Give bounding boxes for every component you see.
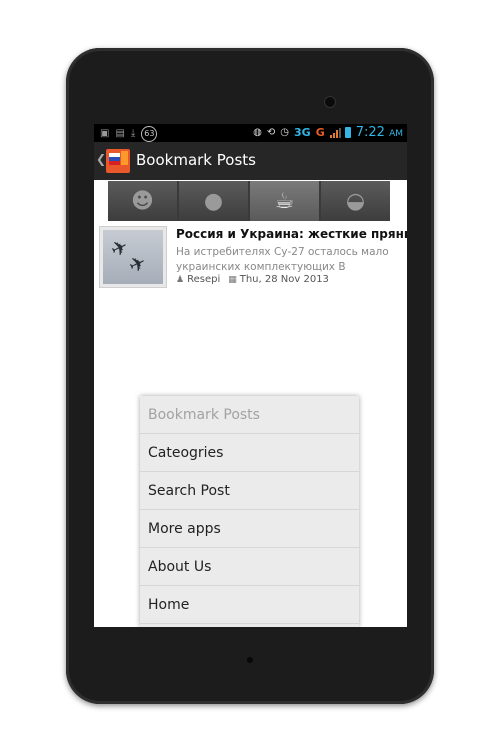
post-meta: ♟ Resepi ▦ Thu, 28 Nov 2013 [176, 274, 329, 285]
notification-icons: ▣ ▤ ⤓ 63 [100, 126, 158, 142]
post-date: ▦ Thu, 28 Nov 2013 [228, 274, 329, 285]
category-tile-man[interactable]: ☻ [108, 181, 177, 221]
screen: ▣ ▤ ⤓ 63 ◍ ⟲ ◷ 3G G 7:22 AM ❮ Bookmark P… [94, 124, 407, 627]
category-tile-basket[interactable]: ◒ [321, 181, 390, 221]
jet-icon: ✈ [124, 249, 151, 279]
action-bar-title: Bookmark Posts [136, 151, 256, 169]
jet-image: ✈ ✈ [103, 230, 163, 284]
category-tile-apple[interactable]: ● [179, 181, 248, 221]
alarm-icon: ◷ [280, 126, 290, 138]
up-navigation-icon[interactable]: ❮ [96, 152, 106, 166]
globe-icon: ◍ [253, 126, 262, 138]
carrier-signal-label: G [315, 126, 325, 139]
system-icons: ◍ ⟲ ◷ 3G G 7:22 AM [253, 125, 403, 140]
list-item[interactable]: ✈ ✈ Россия и Украина: жесткие пряники На… [99, 226, 407, 288]
post-author: ♟ Resepi [176, 274, 220, 285]
author-name: Resepi [187, 274, 221, 285]
action-bar: ❮ Bookmark Posts [94, 142, 407, 180]
date-text: Thu, 28 Nov 2013 [239, 274, 329, 285]
clock: 7:22 AM [356, 125, 403, 140]
notification-count-badge: 63 [141, 126, 158, 142]
image-icon: ▣ [100, 128, 110, 139]
front-camera [325, 97, 335, 107]
menu-item-categories[interactable]: Cateogries [140, 434, 359, 472]
cup-icon: ☕ [274, 188, 295, 214]
post-thumbnail: ✈ ✈ [99, 226, 167, 288]
post-title: Россия и Украина: жесткие пряники [176, 227, 407, 241]
overflow-menu: Bookmark Posts Cateogries Search Post Mo… [140, 396, 359, 627]
clock-ampm: AM [389, 129, 403, 139]
menu-item-search-post[interactable]: Search Post [140, 472, 359, 510]
signal-icon [329, 127, 341, 138]
rotate-icon: ⟲ [266, 126, 276, 138]
download-icon: ⤓ [130, 128, 136, 139]
clock-time: 7:22 [355, 125, 385, 140]
post-excerpt: На истребителях Су-27 осталось мало укра… [176, 246, 389, 273]
menu-item-bookmark-posts: Bookmark Posts [140, 396, 359, 434]
app-logo-icon[interactable] [106, 149, 130, 173]
person-icon: ☻ [131, 188, 154, 214]
basket-icon: ◒ [345, 188, 366, 214]
file-icon: ▤ [115, 128, 125, 139]
status-bar: ▣ ▤ ⤓ 63 ◍ ⟲ ◷ 3G G 7:22 AM [94, 124, 407, 142]
device-sensor [247, 657, 253, 663]
menu-item-home[interactable]: Home [140, 586, 359, 624]
menu-item-more-apps[interactable]: More apps [140, 510, 359, 548]
apple-icon: ● [203, 188, 224, 214]
category-tile-cup[interactable]: ☕ [250, 181, 319, 221]
category-strip: ☻ ● ☕ ◒ [108, 181, 390, 221]
battery-icon [344, 127, 351, 138]
network-type: 3G [294, 126, 311, 139]
menu-item-about-us[interactable]: About Us [140, 548, 359, 586]
user-icon: ♟ [176, 274, 185, 285]
calendar-icon: ▦ [228, 274, 237, 285]
